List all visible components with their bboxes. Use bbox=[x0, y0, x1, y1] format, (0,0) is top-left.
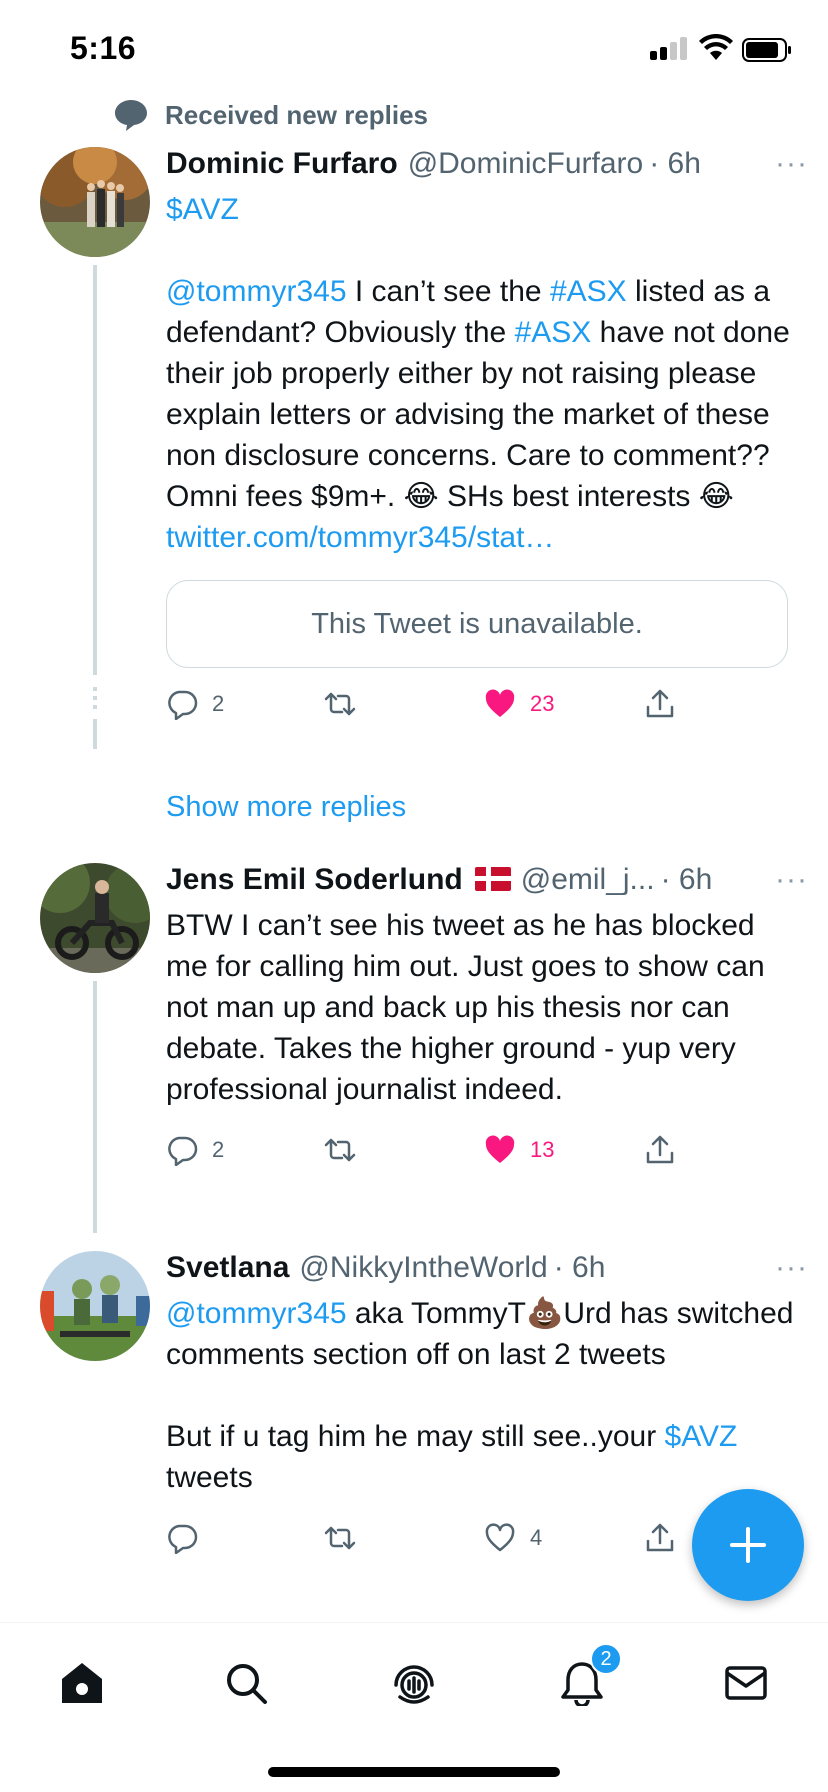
thread-line bbox=[93, 719, 97, 749]
author-name[interactable]: Svetlana bbox=[166, 1251, 289, 1285]
status-time: 5:16 bbox=[70, 30, 137, 66]
tweet-header: Dominic Furfaro @DominicFurfaro · 6h ··· bbox=[166, 147, 807, 189]
more-options-icon[interactable]: ··· bbox=[775, 1251, 808, 1285]
retweet-button[interactable] bbox=[324, 1130, 370, 1170]
author-handle[interactable]: @DominicFurfaro bbox=[408, 147, 644, 181]
tweet-time[interactable]: · 6h bbox=[661, 863, 713, 897]
nav-messages[interactable] bbox=[718, 1655, 774, 1711]
share-button[interactable] bbox=[644, 1130, 676, 1170]
text-span: SHs best interests bbox=[438, 480, 699, 513]
more-options-icon[interactable]: ··· bbox=[775, 147, 808, 181]
tweet-actions: 2 13 bbox=[166, 1130, 796, 1170]
share-icon bbox=[646, 1135, 674, 1164]
heart-filled-icon bbox=[485, 689, 515, 717]
hashtag-link[interactable]: #ASX bbox=[550, 275, 627, 308]
cashtag-link[interactable]: $AVZ bbox=[665, 1420, 738, 1453]
show-more-replies-link[interactable]: Show more replies bbox=[166, 791, 406, 824]
like-count: 13 bbox=[530, 1137, 555, 1162]
like-button[interactable]: 13 bbox=[484, 1130, 554, 1170]
reply-button[interactable]: 2 bbox=[166, 684, 224, 724]
denmark-flag-icon bbox=[474, 867, 511, 891]
nav-spaces[interactable] bbox=[386, 1655, 442, 1711]
social-context: Received new replies bbox=[113, 95, 428, 135]
plus-icon bbox=[730, 1527, 766, 1563]
tweet-time[interactable]: · 6h bbox=[649, 147, 701, 181]
reply-icon bbox=[168, 690, 198, 720]
mention-link[interactable]: @tommyr345 bbox=[166, 1297, 347, 1330]
messages-icon bbox=[725, 1666, 767, 1700]
like-button[interactable]: 4 bbox=[484, 1518, 542, 1558]
tweet-text: BTW I can’t see his tweet as he has bloc… bbox=[166, 909, 773, 1106]
reply-count: 2 bbox=[212, 691, 225, 716]
home-indicator[interactable] bbox=[268, 1767, 560, 1777]
retweet-icon bbox=[324, 1138, 356, 1162]
laughing-emoji: 😂 bbox=[403, 479, 439, 514]
retweet-icon bbox=[324, 1526, 356, 1550]
home-icon bbox=[62, 1663, 102, 1703]
retweet-icon bbox=[324, 692, 356, 716]
share-icon bbox=[646, 1523, 674, 1552]
hashtag-link[interactable]: #ASX bbox=[515, 316, 592, 349]
text-span: I can’t see the bbox=[346, 275, 550, 308]
bottom-navigation: 2 bbox=[0, 1622, 828, 1792]
reply-icon bbox=[168, 1524, 198, 1554]
tweet-text: @tommyr345 aka TommyT💩Urd has switched c… bbox=[166, 1293, 796, 1498]
laughing-emoji: 😂 bbox=[698, 479, 734, 514]
spaces-icon bbox=[394, 1665, 434, 1704]
heart-outline-icon bbox=[485, 1523, 515, 1552]
like-count: 23 bbox=[530, 691, 555, 716]
comment-bubble-icon bbox=[115, 100, 147, 131]
reply-button[interactable] bbox=[166, 1518, 212, 1558]
nav-search[interactable] bbox=[218, 1655, 274, 1711]
tweet-time[interactable]: · 6h bbox=[554, 1251, 606, 1285]
mention-link[interactable]: @tommyr345 bbox=[166, 275, 347, 308]
reply-count: 2 bbox=[212, 1137, 225, 1162]
retweet-button[interactable] bbox=[324, 684, 370, 724]
text-span: But if u tag him he may still see..your bbox=[166, 1420, 665, 1453]
thread-line bbox=[93, 981, 97, 1233]
avatar[interactable] bbox=[40, 147, 150, 257]
nav-notifications[interactable]: 2 bbox=[554, 1643, 622, 1711]
social-context-label: Received new replies bbox=[165, 99, 429, 130]
nav-home[interactable] bbox=[54, 1655, 110, 1711]
tweet[interactable]: Dominic Furfaro @DominicFurfaro · 6h ···… bbox=[0, 147, 828, 749]
cellular-signal-icon bbox=[650, 36, 690, 60]
compose-tweet-button[interactable] bbox=[692, 1489, 804, 1601]
tweet-header: Jens Emil Soderlund @emil_j... · 6h ··· bbox=[166, 863, 807, 905]
author-handle[interactable]: @emil_j... bbox=[521, 863, 655, 897]
thread-gap-dots bbox=[93, 687, 97, 714]
retweet-button[interactable] bbox=[324, 1518, 370, 1558]
like-button[interactable]: 23 bbox=[484, 684, 554, 724]
search-icon bbox=[227, 1664, 267, 1704]
author-name[interactable]: Dominic Furfaro bbox=[166, 147, 398, 181]
wifi-icon bbox=[699, 34, 733, 60]
tweet[interactable]: Jens Emil Soderlund @emil_j... · 6h ··· … bbox=[0, 863, 828, 1243]
tweet-actions: 2 23 bbox=[166, 684, 796, 724]
poop-emoji: 💩 bbox=[526, 1296, 564, 1331]
author-handle[interactable]: @NikkyIntheWorld bbox=[299, 1251, 547, 1285]
author-name[interactable]: Jens Emil Soderlund bbox=[166, 863, 463, 897]
tweet-text: $AVZ @tommyr345 I can’t see the #ASX lis… bbox=[166, 189, 796, 558]
tweet-body: Dominic Furfaro @DominicFurfaro · 6h ···… bbox=[166, 147, 807, 724]
share-button[interactable] bbox=[644, 1518, 676, 1558]
status-bar: 5:16 bbox=[0, 0, 828, 100]
more-options-icon[interactable]: ··· bbox=[775, 863, 808, 897]
tweet-body: Jens Emil Soderlund @emil_j... · 6h ··· … bbox=[166, 863, 807, 1170]
quote-tweet-unavailable[interactable]: This Tweet is unavailable. bbox=[166, 580, 788, 668]
heart-filled-icon bbox=[485, 1135, 515, 1163]
cashtag-link[interactable]: $AVZ bbox=[166, 193, 239, 226]
share-icon bbox=[646, 689, 674, 718]
avatar[interactable] bbox=[40, 1251, 150, 1361]
share-button[interactable] bbox=[644, 684, 676, 724]
reply-icon bbox=[168, 1136, 198, 1166]
tweet-header: Svetlana @NikkyIntheWorld · 6h ··· bbox=[166, 1251, 807, 1293]
notifications-badge: 2 bbox=[590, 1643, 622, 1675]
reply-button[interactable]: 2 bbox=[166, 1130, 224, 1170]
like-count: 4 bbox=[530, 1525, 543, 1550]
avatar[interactable] bbox=[40, 863, 150, 973]
battery-icon bbox=[742, 38, 791, 62]
text-span: aka TommyT bbox=[346, 1297, 526, 1330]
thread-line bbox=[93, 265, 97, 675]
